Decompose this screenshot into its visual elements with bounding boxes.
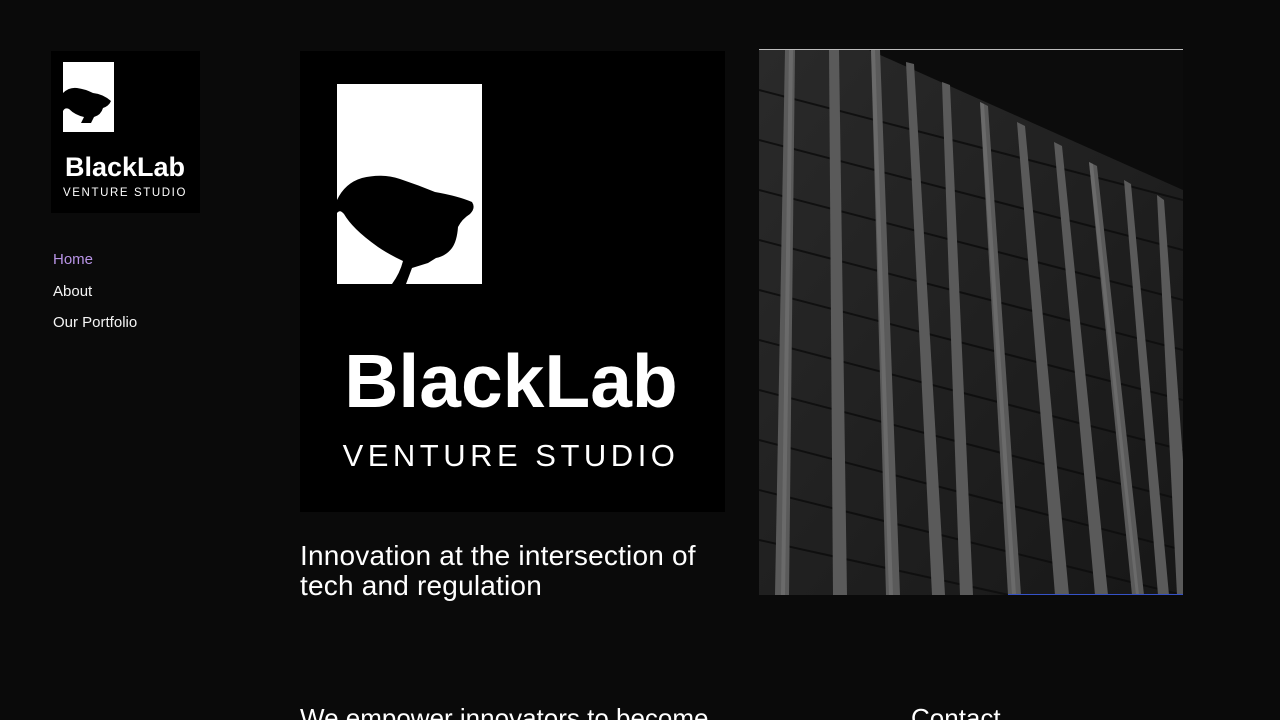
nav-link-portfolio[interactable]: Our Portfolio — [53, 314, 137, 331]
blacklab-logo-image: BlackLab VENTURE STUDIO — [51, 51, 200, 213]
mission-tagline: We empower innovators to become — [300, 703, 709, 720]
main-nav: Home About Our Portfolio — [53, 249, 137, 344]
hero-logo-name: BlackLab — [344, 339, 677, 423]
building-photo — [759, 49, 1183, 595]
nav-link-about[interactable]: About — [53, 283, 92, 300]
sidebar-logo[interactable]: BlackLab VENTURE STUDIO — [51, 51, 200, 213]
building-accent-line — [1008, 594, 1183, 595]
hero-headline: Innovation at the intersection of tech a… — [300, 540, 696, 601]
contact-heading: Contact — [911, 703, 1001, 720]
sidebar-logo-subtitle: VENTURE STUDIO — [63, 187, 187, 199]
nav-link-home[interactable]: Home — [53, 251, 93, 268]
hero-logo-subtitle: VENTURE STUDIO — [343, 438, 680, 473]
nav-item-about: About — [53, 281, 137, 313]
page: BlackLab VENTURE STUDIO Home About Our P… — [0, 0, 1280, 720]
nav-item-portfolio: Our Portfolio — [53, 312, 137, 344]
sidebar-logo-name: BlackLab — [65, 152, 185, 182]
building-image — [759, 50, 1183, 595]
blacklab-hero-logo-image: BlackLab VENTURE STUDIO — [300, 51, 725, 512]
nav-item-home: Home — [53, 249, 137, 281]
hero-logo: BlackLab VENTURE STUDIO — [300, 51, 725, 512]
